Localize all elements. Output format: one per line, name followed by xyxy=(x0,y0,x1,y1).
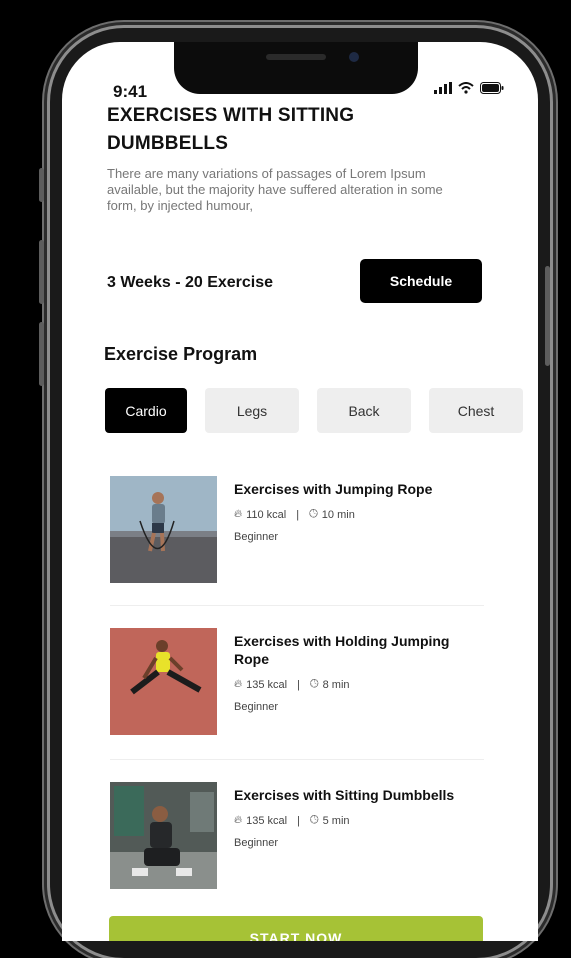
exercise-thumbnail xyxy=(110,628,217,735)
exercise-thumbnail xyxy=(110,476,217,583)
phone-screen: 9:41 EXERCISES WITH SITTING DUMBBELLS Th… xyxy=(62,42,538,941)
clock-icon: 🕒︎ xyxy=(309,814,319,826)
meta-separator: | xyxy=(297,678,300,691)
status-icons xyxy=(434,82,504,94)
divider xyxy=(110,759,484,760)
list-item[interactable]: Exercises with Jumping Rope 🔥︎ 110 kcal … xyxy=(110,476,490,616)
fire-icon: 🔥︎ xyxy=(234,508,243,520)
fire-icon: 🔥︎ xyxy=(234,814,243,826)
volume-down-button xyxy=(39,322,44,386)
exercise-info: Exercises with Jumping Rope 🔥︎ 110 kcal … xyxy=(234,480,479,543)
notch xyxy=(174,42,418,94)
exercise-duration: 8 min xyxy=(322,678,350,691)
exercise-info: Exercises with Sitting Dumbbells 🔥︎ 135 … xyxy=(234,786,479,849)
exercise-meta: 🔥︎ 110 kcal | 🕒︎ 10 min xyxy=(234,508,479,521)
meta-separator: | xyxy=(297,814,300,827)
exercise-level: Beginner xyxy=(234,701,279,713)
status-time: 9:41 xyxy=(113,82,148,101)
start-now-button[interactable]: START NOW xyxy=(109,916,483,941)
exercise-kcal: 110 kcal xyxy=(246,508,287,521)
category-tabs: Cardio Legs Back Chest xyxy=(105,388,523,433)
exercise-program-heading: Exercise Program xyxy=(104,344,258,364)
tab-chest[interactable]: Chest xyxy=(429,388,523,433)
volume-up-button xyxy=(39,240,44,304)
page-description: There are many variations of passages of… xyxy=(107,166,443,213)
mute-switch xyxy=(39,168,44,202)
exercise-info: Exercises with Holding Jumping Rope 🔥︎ 1… xyxy=(234,632,479,713)
tab-back[interactable]: Back xyxy=(317,388,411,433)
exercise-thumbnail xyxy=(110,782,217,889)
exercise-level: Beginner xyxy=(234,837,279,849)
battery-icon xyxy=(480,82,504,94)
plan-summary: 3 Weeks - 20 Exercise xyxy=(107,274,274,291)
wifi-icon xyxy=(458,82,474,94)
tab-legs[interactable]: Legs xyxy=(205,388,299,433)
exercise-name: Exercises with Holding Jumping Rope xyxy=(234,633,450,667)
clock-icon: 🕒︎ xyxy=(309,678,319,690)
exercise-name: Exercises with Jumping Rope xyxy=(234,481,433,497)
exercise-kcal: 135 kcal xyxy=(246,814,288,827)
meta-separator: | xyxy=(296,508,300,521)
list-item[interactable]: Exercises with Sitting Dumbbells 🔥︎ 135 … xyxy=(110,782,490,922)
clock-icon: 🕒︎ xyxy=(309,508,318,520)
speaker xyxy=(266,54,326,60)
power-button xyxy=(545,266,550,366)
exercise-meta: 🔥︎ 135 kcal | 🕒︎ 8 min xyxy=(234,678,479,691)
tab-cardio[interactable]: Cardio xyxy=(105,388,187,433)
front-camera xyxy=(349,52,359,62)
list-item[interactable]: Exercises with Holding Jumping Rope 🔥︎ 1… xyxy=(110,628,490,768)
signal-icon xyxy=(434,82,452,94)
exercise-kcal: 135 kcal xyxy=(246,678,288,691)
fire-icon: 🔥︎ xyxy=(234,678,243,690)
schedule-button[interactable]: Schedule xyxy=(360,259,482,303)
exercise-duration: 5 min xyxy=(322,814,350,827)
exercise-meta: 🔥︎ 135 kcal | 🕒︎ 5 min xyxy=(234,814,479,827)
exercise-level: Beginner xyxy=(234,531,279,543)
divider xyxy=(110,605,484,606)
page-title: EXERCISES WITH SITTING DUMBBELLS xyxy=(107,105,355,154)
exercise-duration: 10 min xyxy=(321,508,355,521)
exercise-name: Exercises with Sitting Dumbbells xyxy=(234,787,455,803)
